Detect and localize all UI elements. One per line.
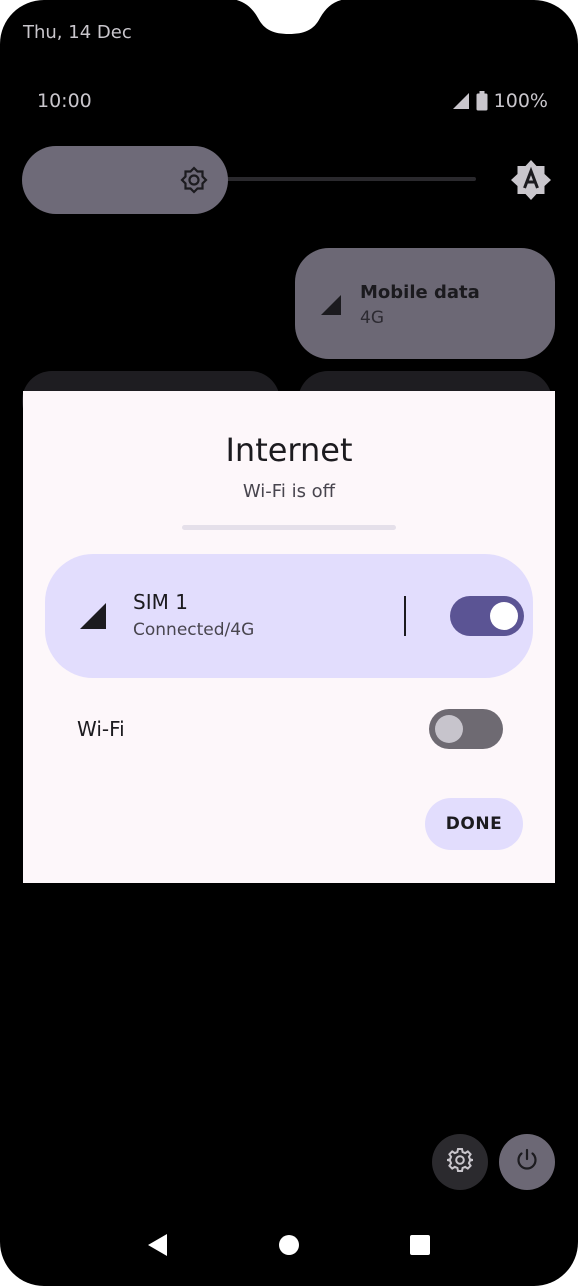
nav-back-button[interactable] (142, 1232, 172, 1262)
brightness-slider[interactable] (22, 146, 228, 214)
dialog-subtitle: Wi-Fi is off (242, 481, 336, 502)
done-button[interactable]: DONE (425, 798, 523, 850)
gear-icon (446, 1147, 474, 1177)
dialog-title: Internet (225, 431, 353, 469)
power-button[interactable] (499, 1134, 555, 1190)
sim-status: Connected/4G (133, 620, 255, 640)
wifi-label: Wi-Fi (77, 717, 125, 741)
power-icon (515, 1148, 539, 1176)
back-triangle-icon (146, 1233, 168, 1261)
dialog-divider (182, 525, 396, 530)
mobile-data-title: Mobile data (360, 282, 480, 303)
toggle-knob (490, 602, 518, 630)
status-indicators: 100% (452, 90, 548, 112)
phone-screen: Thu, 14 Dec 10:00 100% Mobile data 4G In… (0, 0, 578, 1286)
settings-button[interactable] (432, 1134, 488, 1190)
cellular-signal-icon (320, 294, 342, 320)
battery-icon (476, 91, 488, 111)
nav-home-button[interactable] (274, 1232, 304, 1262)
sim-card-row[interactable]: SIM 1 Connected/4G (45, 554, 533, 678)
auto-brightness-icon[interactable] (510, 159, 552, 201)
signal-icon (452, 92, 470, 110)
wifi-toggle[interactable] (429, 709, 503, 749)
sim-name: SIM 1 (133, 590, 188, 614)
toggle-knob (435, 715, 463, 743)
camera-notch (220, 0, 358, 38)
brightness-track[interactable] (200, 177, 476, 181)
sim-separator (404, 596, 406, 636)
internet-dialog: Internet Wi-Fi is off SIM 1 Connected/4G… (23, 391, 555, 883)
battery-percent: 100% (493, 90, 548, 112)
home-circle-icon (278, 1234, 300, 1260)
sim-toggle[interactable] (450, 596, 524, 636)
mobile-data-subtitle: 4G (360, 308, 384, 328)
status-time: 10:00 (37, 90, 92, 112)
nav-recents-button[interactable] (405, 1232, 435, 1262)
sim-signal-icon (79, 602, 107, 634)
recents-square-icon (409, 1234, 431, 1260)
mobile-data-tile[interactable]: Mobile data 4G (295, 248, 555, 359)
brightness-icon (180, 166, 208, 194)
status-date: Thu, 14 Dec (23, 22, 132, 43)
